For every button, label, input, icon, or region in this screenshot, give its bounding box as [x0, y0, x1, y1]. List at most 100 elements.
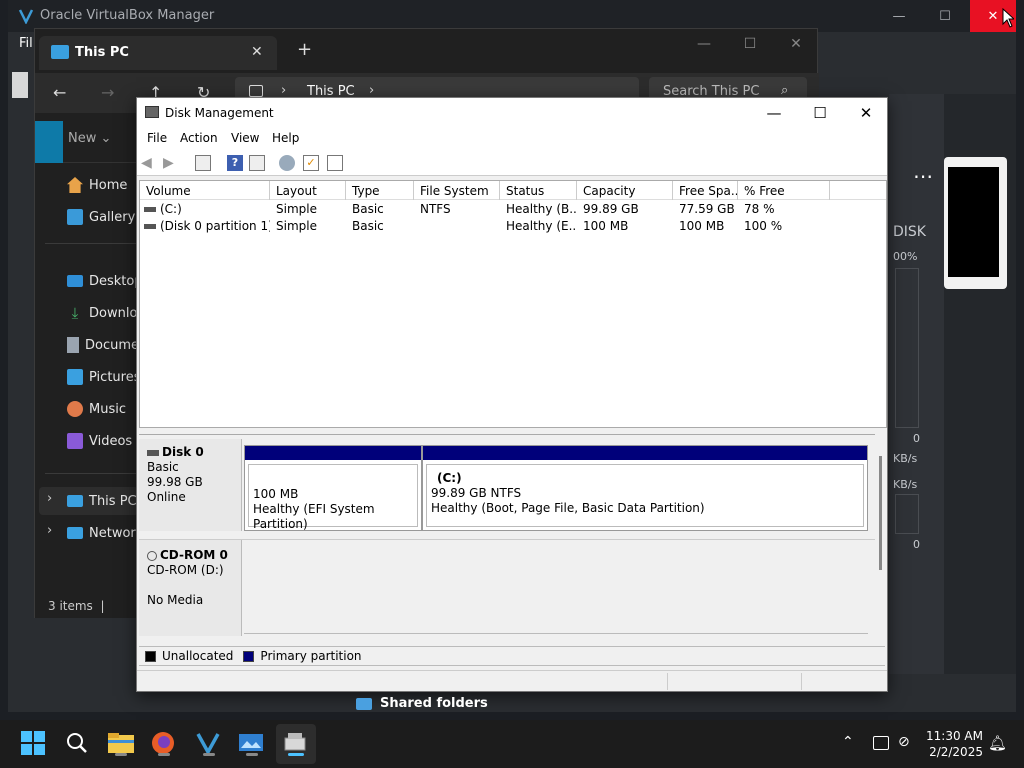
search-icon[interactable]: [64, 730, 92, 758]
volume-muted-icon[interactable]: ⊘: [898, 734, 910, 750]
disk-0-label[interactable]: Disk 0 Basic 99.98 GB Online: [139, 439, 242, 531]
sidebar-label: Network: [89, 525, 139, 541]
volume-row[interactable]: (C:) Simple Basic NTFS Healthy (B... 99.89 GB…: [140, 201, 886, 218]
disk-management-app-icon[interactable]: [282, 730, 310, 758]
start-windows-icon[interactable]: [20, 730, 48, 758]
network-status-icon[interactable]: [873, 736, 889, 750]
volume-cell: 78 %: [744, 202, 775, 216]
graph-scrollbar[interactable]: [876, 434, 887, 638]
sidebar-item-this-pc[interactable]: This PC: [67, 490, 139, 512]
monitor-icon: [51, 45, 69, 59]
back-arrow-icon[interactable]: ←: [53, 83, 66, 102]
cd-rom-icon: [147, 550, 157, 561]
sidebar-item-documents[interactable]: Documents: [67, 334, 139, 356]
volume-cell: (C:): [160, 202, 182, 216]
partition-c[interactable]: (C:) 99.89 GB NTFS Healthy (Boot, Page F…: [422, 445, 868, 531]
maximize-button[interactable]: ☐: [922, 0, 968, 32]
this-pc-icon: [67, 495, 83, 507]
volume-list-header: Volume Layout Type File System Status Capacit…: [140, 181, 886, 200]
disk-type: Basic: [147, 460, 179, 474]
forward-icon[interactable]: ▶: [163, 155, 179, 171]
explorer-close-button[interactable]: ✕: [773, 31, 819, 57]
partition-status: Healthy (EFI System Partition): [253, 502, 375, 531]
expand-chevron-icon-2[interactable]: ›: [47, 523, 52, 538]
column-header--free[interactable]: % Free: [738, 181, 830, 200]
explorer-minimize-button[interactable]: —: [681, 31, 727, 57]
menu-view[interactable]: View: [231, 131, 259, 145]
expand-chevron-icon[interactable]: ›: [47, 491, 52, 506]
mouse-cursor-icon: [1002, 8, 1014, 28]
list-view-icon[interactable]: [327, 155, 343, 171]
partition-status: Healthy (Boot, Page File, Basic Data Par…: [431, 501, 705, 515]
forward-arrow-icon[interactable]: →: [101, 83, 114, 102]
partition-efi[interactable]: 100 MB Healthy (EFI System Partition): [244, 445, 422, 531]
sidebar-item-videos[interactable]: Videos: [67, 430, 139, 452]
dm-minimize-button[interactable]: —: [751, 98, 797, 128]
column-header-capacity[interactable]: Capacity: [577, 181, 673, 200]
disk-management-menubar: File Action View Help: [137, 128, 887, 150]
firefox-icon[interactable]: [150, 730, 178, 758]
disk-state: Online: [147, 490, 186, 504]
scrollbar-thumb[interactable]: [879, 456, 882, 570]
desktop-icon: [67, 275, 83, 287]
virtualbox-icon[interactable]: [195, 730, 223, 758]
volume-cell: Healthy (E...: [506, 219, 577, 233]
system-clock[interactable]: 11:30 AM 2/2/2025: [926, 728, 983, 760]
volume-cell: (Disk 0 partition 1): [160, 219, 270, 233]
new-tab-button[interactable]: +: [297, 39, 312, 60]
explorer-maximize-button[interactable]: ☐: [727, 31, 773, 57]
notification-bell-icon[interactable]: 🔔︎: [988, 734, 1007, 752]
sidebar-label: Home: [89, 177, 128, 193]
tab-label: This PC: [75, 45, 129, 60]
shared-folders-item[interactable]: Shared folders: [356, 696, 488, 711]
tools-icon[interactable]: [12, 72, 28, 98]
home-icon: [67, 177, 83, 193]
item-count: 3 items: [48, 599, 93, 613]
column-header-file-system[interactable]: File System: [414, 181, 500, 200]
menu-file[interactable]: File: [147, 131, 167, 145]
sidebar-item-desktop[interactable]: Desktop: [67, 270, 139, 292]
show-hide-console-tree-icon[interactable]: [195, 155, 211, 171]
disk-label: DISK: [893, 224, 926, 240]
breadcrumb-chevron-icon-2[interactable]: ›: [369, 83, 374, 98]
more-options-icon[interactable]: ⋯: [913, 164, 933, 188]
show-hide-action-pane-icon[interactable]: [249, 155, 265, 171]
dm-close-button[interactable]: ✕: [843, 98, 889, 128]
cdrom-0-label[interactable]: CD-ROM 0 CD-ROM (D:) No Media: [139, 540, 242, 636]
connect-icon[interactable]: [279, 155, 295, 171]
disk-0-row[interactable]: Disk 0 Basic 99.98 GB Online 100 MB Heal…: [139, 435, 875, 535]
back-icon[interactable]: ◀: [141, 155, 157, 171]
tab-this-pc[interactable]: This PC ✕: [39, 36, 277, 70]
column-header-type[interactable]: Type: [346, 181, 414, 200]
minimize-button[interactable]: —: [876, 0, 922, 32]
partition-legend: Unallocated Primary partition: [139, 646, 885, 666]
properties-check-icon[interactable]: ✓: [303, 155, 319, 171]
show-hidden-icons-chevron-icon[interactable]: ⌃: [842, 734, 854, 750]
sidebar-item-downloads[interactable]: ⤓ Downloads: [67, 302, 139, 324]
sidebar-item-music[interactable]: Music: [67, 398, 139, 420]
column-header-volume[interactable]: Volume: [140, 181, 270, 200]
file-explorer-icon[interactable]: [107, 730, 135, 758]
dm-maximize-button[interactable]: ☐: [797, 98, 843, 128]
sidebar-item-pictures[interactable]: Pictures: [67, 366, 139, 388]
sidebar-item-gallery[interactable]: Gallery: [67, 206, 139, 228]
sidebar-item-home[interactable]: Home: [67, 174, 139, 196]
column-header-free-spa[interactable]: Free Spa...: [673, 181, 738, 200]
cdrom-0-row[interactable]: CD-ROM 0 CD-ROM (D:) No Media: [139, 539, 875, 636]
disk-percent: 00%: [893, 250, 918, 263]
disk-name: CD-ROM 0: [160, 548, 228, 562]
menu-action[interactable]: Action: [180, 131, 218, 145]
column-header-status[interactable]: Status: [500, 181, 577, 200]
hard-disk-icon: [147, 449, 159, 456]
remote-desktop-icon[interactable]: [238, 730, 266, 758]
column-header-layout[interactable]: Layout: [270, 181, 346, 200]
volume-cell: 77.59 GB: [679, 202, 735, 216]
menu-help[interactable]: Help: [272, 131, 299, 145]
videos-icon: [67, 433, 83, 449]
sidebar-item-network[interactable]: Network: [67, 522, 139, 544]
help-icon[interactable]: ?: [227, 155, 243, 171]
disk-management-toolbar: ◀ ▶ ? ✓: [137, 150, 887, 176]
volume-row[interactable]: (Disk 0 partition 1) Simple Basic Healthy (…: [140, 218, 886, 235]
menu-file[interactable]: File: [19, 36, 33, 51]
close-tab-icon[interactable]: ✕: [251, 44, 263, 60]
